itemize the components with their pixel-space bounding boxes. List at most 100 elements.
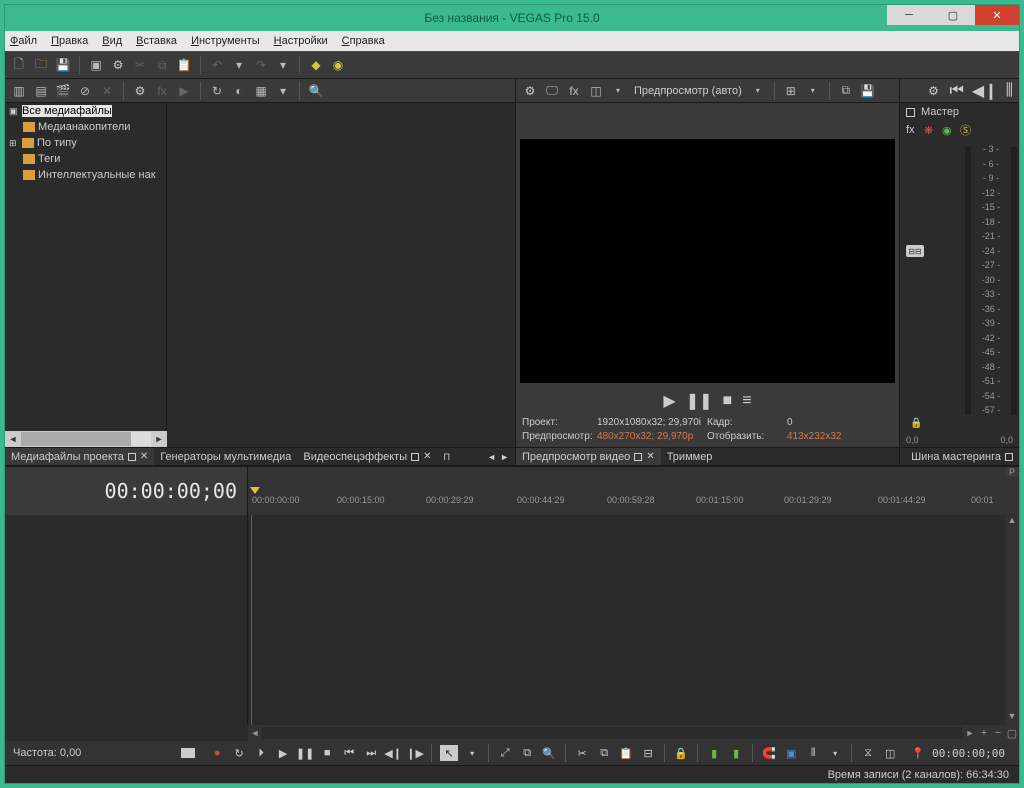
dock-icon[interactable] — [128, 453, 136, 461]
close-tab-icon[interactable]: ✕ — [140, 451, 148, 462]
tab-generators[interactable]: Генераторы мультимедиа — [154, 448, 297, 465]
fx-icon[interactable]: fx — [906, 124, 918, 136]
redo-dd-icon[interactable]: ▾ — [275, 57, 291, 73]
zoom-out-icon[interactable]: − — [991, 727, 1005, 739]
next-frame-icon[interactable]: ❙▶ — [407, 745, 423, 761]
zoom-in-icon[interactable]: + — [977, 727, 991, 739]
minimize-button[interactable]: ─ — [887, 5, 931, 25]
menu-help[interactable]: Справка — [342, 35, 385, 47]
dock-icon[interactable] — [634, 453, 642, 461]
tab-nav[interactable]: ◄► — [481, 448, 515, 465]
close-button[interactable]: ✕ — [975, 5, 1019, 25]
zoom-fit-icon[interactable]: ▢ — [1005, 727, 1019, 740]
prev-props-icon[interactable]: ⚙ — [522, 83, 538, 99]
tree-hscroll[interactable]: ◄ ► — [5, 431, 167, 447]
ripple-icon[interactable]: ⫴ — [805, 745, 821, 761]
tab-more[interactable]: П — [438, 448, 456, 465]
vscroll-track[interactable] — [1005, 529, 1019, 711]
fx-red-icon[interactable]: ❋ — [924, 124, 936, 137]
marker-icon[interactable]: 📍 — [910, 745, 926, 761]
prev-grid-dd-icon[interactable]: ▾ — [805, 83, 821, 99]
time-ruler[interactable]: 00:00:00:00 00:00:15:00 00:00:29:29 00:0… — [248, 467, 1005, 515]
tc-end[interactable]: 00:00:00;00 — [932, 747, 1013, 760]
meter-mode-button[interactable]: ⊟⊟ — [906, 245, 924, 257]
menu-icon[interactable]: ≡ — [742, 392, 751, 410]
fx-green-icon[interactable]: ◉ — [942, 124, 954, 137]
prev-quality-dd-icon[interactable]: ▾ — [750, 83, 766, 99]
mix-sliders-icon[interactable]: ⫼ — [1006, 82, 1013, 100]
scroll-left-icon[interactable]: ◄ — [5, 434, 21, 444]
timeline-hscroll[interactable]: ◄ ► + − ▢ — [248, 725, 1019, 741]
tool-dd-icon[interactable]: ▾ — [464, 745, 480, 761]
prev-split-dd-icon[interactable]: ▾ — [610, 83, 626, 99]
auto-xfade-icon[interactable]: ◫ — [882, 745, 898, 761]
snap2-icon[interactable]: ▮ — [728, 745, 744, 761]
get-media-icon[interactable]: 🎬 — [55, 83, 71, 99]
tracks-area[interactable] — [248, 515, 1005, 725]
play-icon[interactable]: ▶ — [663, 391, 675, 411]
open-icon[interactable]: 🗀 — [33, 57, 49, 73]
menu-file[interactable]: Файл — [10, 35, 37, 47]
menu-view[interactable]: Вид — [102, 35, 122, 47]
menu-insert[interactable]: Вставка — [136, 35, 177, 47]
ex-tool1-icon[interactable]: ✕ — [99, 83, 115, 99]
xfade-icon[interactable]: ⧖ — [860, 745, 876, 761]
auto-ripple-icon[interactable]: ▣ — [783, 745, 799, 761]
close-tab-icon[interactable]: ✕ — [423, 451, 431, 462]
scroll-left-icon[interactable]: ◄ — [248, 728, 262, 738]
properties-icon[interactable]: ⚙ — [110, 57, 126, 73]
prev-ext-icon[interactable]: 🖵 — [544, 83, 560, 99]
master-box-icon[interactable] — [906, 108, 915, 117]
undo-dd-icon[interactable]: ▾ — [231, 57, 247, 73]
menu-tools[interactable]: Инструменты — [191, 35, 260, 47]
scroll-right-icon[interactable]: ► — [151, 434, 167, 444]
tree-item-smart[interactable]: Интеллектуальные нак — [5, 167, 166, 183]
scroll-down-icon[interactable]: ▼ — [1005, 711, 1019, 725]
new-icon[interactable]: 🗋 — [11, 57, 27, 73]
copy-icon[interactable]: ⧉ — [154, 57, 170, 73]
tab-project-media[interactable]: Медиафайлы проекта✕ — [5, 448, 154, 465]
ex-tool3-icon[interactable]: ◐ — [231, 83, 247, 99]
cut2-icon[interactable]: ✂ — [574, 745, 590, 761]
tree-item-type[interactable]: ⊞По типу — [5, 135, 166, 151]
tab-preview-video[interactable]: Предпросмотр видео✕ — [516, 448, 661, 465]
master-tab[interactable]: Шина мастеринга — [900, 447, 1019, 465]
mix-props-icon[interactable]: ⚙ — [926, 83, 942, 99]
timeline-vscroll[interactable]: ▲ ▼ — [1005, 515, 1019, 725]
tool1-icon[interactable]: ◆ — [308, 57, 324, 73]
views-icon[interactable]: ▦ — [253, 83, 269, 99]
playhead-icon[interactable] — [250, 487, 260, 494]
scroll-right-icon[interactable]: ► — [963, 728, 977, 738]
fx-yellow-icon[interactable]: Ⓢ — [960, 122, 972, 138]
ex-fx-icon[interactable]: fx — [154, 83, 170, 99]
pause-icon[interactable]: ❚❚ — [686, 391, 713, 411]
capture-icon[interactable]: ▤ — [33, 83, 49, 99]
timecode-display[interactable]: 00:00:00;00 — [5, 467, 248, 515]
ripple-dd-icon[interactable]: ▾ — [827, 745, 843, 761]
prev-grid-icon[interactable]: ⊞ — [783, 83, 799, 99]
scroll-track[interactable] — [21, 432, 151, 446]
sel-tool-icon[interactable]: ⤢ — [497, 745, 513, 761]
go-end-icon[interactable]: ⏭ — [363, 745, 379, 761]
lock2-icon[interactable]: 🔒 — [673, 745, 689, 761]
menu-edit[interactable]: Правка — [51, 35, 88, 47]
search-icon[interactable]: 🔍 — [308, 83, 324, 99]
paste-icon[interactable]: 📋 — [176, 57, 192, 73]
paste2-icon[interactable]: 📋 — [618, 745, 634, 761]
snap-icon[interactable]: ▮ — [706, 745, 722, 761]
rate-slider[interactable] — [181, 748, 195, 758]
prev-split-icon[interactable]: ◫ — [588, 83, 604, 99]
prev-copy-icon[interactable]: ⧉ — [838, 83, 854, 99]
ex-props-icon[interactable]: ⚙ — [132, 83, 148, 99]
cut-icon[interactable]: ✂ — [132, 57, 148, 73]
hscroll-track[interactable] — [262, 727, 963, 739]
tree-item-media[interactable]: Медианакопители — [5, 119, 166, 135]
scroll-thumb[interactable] — [21, 432, 131, 446]
loop-icon[interactable]: ↻ — [231, 745, 247, 761]
stop-icon[interactable]: ■ — [319, 745, 335, 761]
play-start-icon[interactable]: ⏵ — [253, 745, 269, 761]
prev-frame-icon[interactable]: ◀❙ — [385, 745, 401, 761]
prev-save-icon[interactable]: 💾 — [860, 83, 876, 99]
undo-icon[interactable]: ↶ — [209, 57, 225, 73]
expand-icon[interactable]: ⊞ — [9, 138, 19, 149]
